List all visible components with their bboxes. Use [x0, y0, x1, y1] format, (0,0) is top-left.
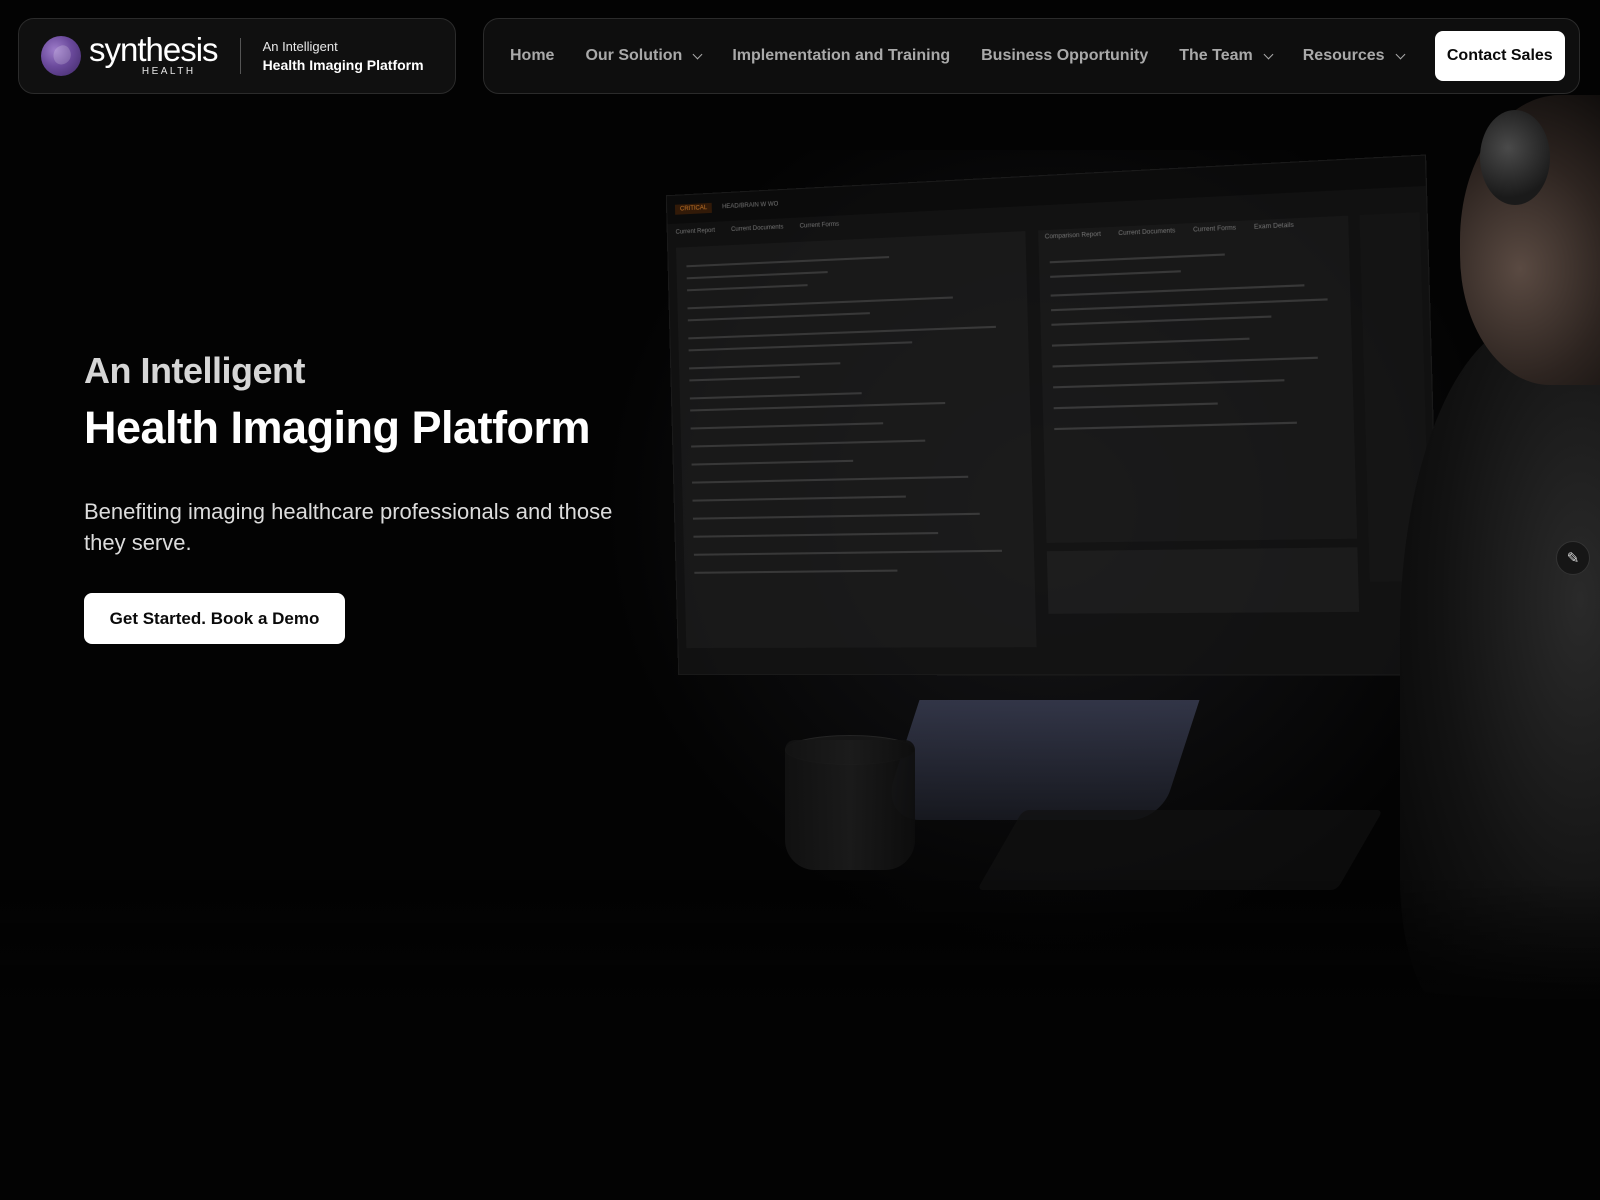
monitor-tab: Current Documents — [730, 224, 784, 234]
hero-subtitle: Benefiting imaging healthcare profession… — [84, 499, 613, 555]
comparison-tab: Comparison Report — [1044, 231, 1102, 241]
comparison-tab: Exam Details — [1253, 222, 1294, 231]
nav-item-home[interactable]: Home — [510, 47, 554, 65]
monitor-tab: Current Report — [675, 227, 716, 236]
comparison-tab: Current Documents — [1118, 228, 1176, 238]
monitor-stand — [880, 700, 1200, 820]
page: CRITICAL HEAD/BRAIN W WO Current Report … — [0, 0, 1600, 1200]
nav-item-label: Our Solution — [585, 47, 683, 64]
nav-item-our-solution[interactable]: Our Solution — [585, 47, 703, 65]
mug-image — [785, 740, 915, 870]
headphone — [1480, 110, 1550, 205]
nav-item-label: Resources — [1302, 47, 1385, 64]
chevron-down-icon — [692, 49, 703, 59]
brand-divider — [239, 38, 241, 74]
study-label: HEAD/BRAIN W WO — [722, 201, 779, 211]
logo-wordmark: synthesis HEALTH — [89, 31, 219, 78]
critical-badge: CRITICAL — [674, 202, 713, 215]
nav-item-label: The Team — [1179, 47, 1253, 64]
logo-icon — [41, 36, 81, 76]
logo-sub: HEALTH — [141, 66, 196, 77]
contact-sales-button[interactable]: Contact Sales — [1434, 31, 1565, 81]
brand-tagline-line1: An Intelligent — [262, 39, 338, 54]
brand-card[interactable]: synthesis HEALTH An Intelligent Health I… — [18, 18, 456, 94]
book-demo-button[interactable]: Get Started. Book a Demo — [84, 593, 345, 644]
nav-item-implementation[interactable]: Implementation and Training — [732, 47, 950, 65]
hero-title: Health Imaging Platform — [84, 402, 591, 453]
logo-name: synthesis — [89, 31, 219, 68]
chevron-down-icon — [1395, 49, 1406, 59]
comparison-panel: Comparison Report Current Documents Curr… — [1038, 215, 1358, 543]
bottom-fade — [0, 880, 1600, 1200]
chevron-down-icon — [1263, 49, 1274, 59]
main-nav: Home Our Solution Implementation and Tra… — [483, 18, 1580, 94]
brand-tagline-line2: Health Imaging Platform — [262, 57, 424, 73]
monitor-tab: Current Forms — [799, 221, 840, 230]
nav-item-business-opportunity[interactable]: Business Opportunity — [981, 47, 1148, 65]
report-panel — [676, 231, 1037, 649]
monitor-screen: CRITICAL HEAD/BRAIN W WO Current Report … — [665, 154, 1441, 676]
comparison-tab: Current Forms — [1192, 225, 1237, 234]
hero-eyebrow: An Intelligent — [84, 350, 306, 391]
nav-item-resources[interactable]: Resources — [1302, 47, 1406, 65]
edit-button[interactable]: ✎ — [1556, 541, 1590, 575]
keyboard-image — [976, 810, 1384, 890]
brand-tagline: An Intelligent Health Imaging Platform — [263, 38, 424, 74]
nav-item-the-team[interactable]: The Team — [1179, 47, 1274, 65]
nav-item-label: Home — [510, 47, 555, 64]
nav-item-label: Business Opportunity — [981, 47, 1149, 64]
pencil-icon: ✎ — [1566, 550, 1580, 567]
notes-panel — [1046, 547, 1360, 614]
nav-item-label: Implementation and Training — [732, 47, 951, 64]
